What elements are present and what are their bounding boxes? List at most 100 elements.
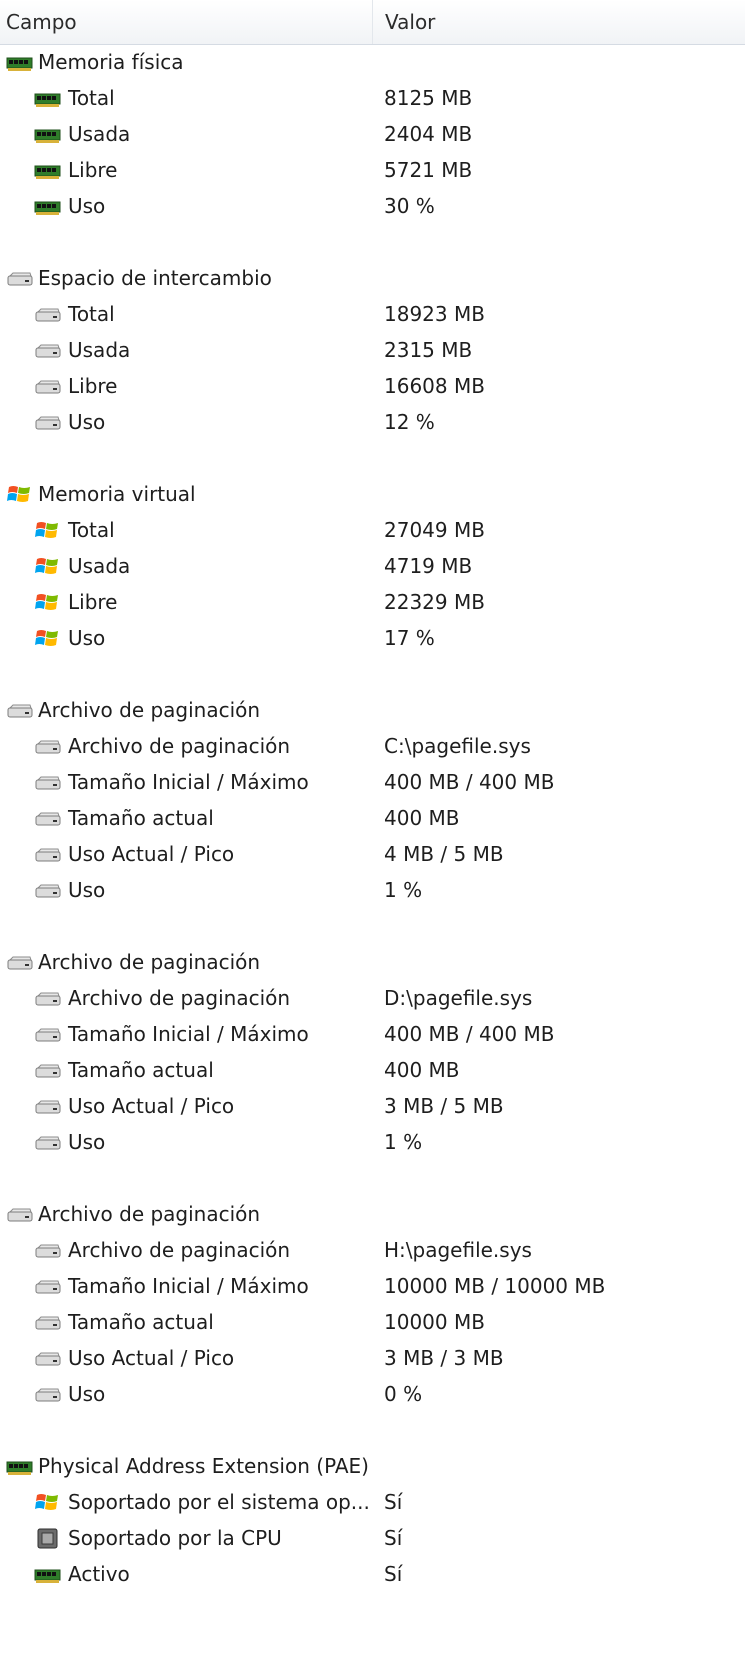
field-label: Uso Actual / Pico [68,842,235,866]
field-label: Libre [68,374,118,398]
memory-module-icon [34,1564,61,1585]
table-row[interactable]: Soportado por la CPU Sí [0,1520,745,1556]
table-row[interactable]: Activo Sí [0,1556,745,1592]
group-label: Memoria virtual [38,482,196,506]
group-label: Archivo de paginación [38,698,261,722]
hard-drive-icon [6,1204,33,1225]
field-value: 10000 MB [384,1310,485,1334]
table-row[interactable]: Libre 5721 MB [0,152,745,188]
hard-drive-icon [34,844,61,865]
field-label: Usada [68,338,131,362]
hard-drive-icon [34,1024,61,1045]
table-row[interactable]: Uso Actual / Pico 3 MB / 3 MB [0,1340,745,1376]
hard-drive-icon [34,1096,61,1117]
table-row[interactable]: Usada 2404 MB [0,116,745,152]
windows-logo-icon [34,592,61,613]
field-label: Tamaño actual [68,806,214,830]
field-value: Sí [384,1526,403,1550]
field-value: 400 MB / 400 MB [384,1022,555,1046]
field-value: 22329 MB [384,590,485,614]
field-value: 400 MB / 400 MB [384,770,555,794]
field-value: 3 MB / 3 MB [384,1346,504,1370]
table-row[interactable]: Usada 2315 MB [0,332,745,368]
hard-drive-icon [34,772,61,793]
windows-logo-icon [34,628,61,649]
field-label: Total [68,302,115,326]
hard-drive-icon [34,412,61,433]
field-label: Usada [68,122,131,146]
field-label: Tamaño actual [68,1310,214,1334]
field-value: 27049 MB [384,518,485,542]
table-row[interactable]: Tamaño actual 400 MB [0,1052,745,1088]
table-row[interactable]: Soportado por el sistema op... Sí [0,1484,745,1520]
memory-module-icon [34,196,61,217]
hard-drive-icon [34,1060,61,1081]
field-value: 17 % [384,626,435,650]
column-header-value[interactable]: Valor [372,0,745,44]
field-value: 1 % [384,878,423,902]
group-label: Archivo de paginación [38,950,261,974]
table-row[interactable]: Uso 30 % [0,188,745,224]
group-row[interactable]: Memoria física [0,44,745,80]
table-row[interactable]: Total 18923 MB [0,296,745,332]
table-row[interactable]: Tamaño actual 10000 MB [0,1304,745,1340]
cpu-chip-icon [34,1528,61,1549]
field-label: Libre [68,590,118,614]
group-row[interactable]: Archivo de paginación [0,692,745,728]
field-label: Tamaño actual [68,1058,214,1082]
table-row[interactable]: Tamaño Inicial / Máximo 400 MB / 400 MB [0,764,745,800]
memory-module-icon [34,88,61,109]
table-row[interactable]: Archivo de paginación H:\pagefile.sys [0,1232,745,1268]
field-label: Uso [68,410,106,434]
table-row[interactable]: Libre 22329 MB [0,584,745,620]
hard-drive-icon [34,880,61,901]
table-row[interactable]: Tamaño Inicial / Máximo 400 MB / 400 MB [0,1016,745,1052]
hard-drive-icon [34,340,61,361]
field-value: 16608 MB [384,374,485,398]
field-label: Total [68,518,115,542]
field-label: Libre [68,158,118,182]
table-row[interactable]: Uso 12 % [0,404,745,440]
table-row[interactable]: Archivo de paginación C:\pagefile.sys [0,728,745,764]
hard-drive-icon [34,376,61,397]
table-row[interactable]: Uso 0 % [0,1376,745,1412]
field-value: Sí [384,1562,403,1586]
field-value: 4719 MB [384,554,473,578]
windows-logo-icon [34,520,61,541]
group-row[interactable]: Physical Address Extension (PAE) [0,1448,745,1484]
group-row[interactable]: Espacio de intercambio [0,260,745,296]
table-row[interactable]: Uso Actual / Pico 3 MB / 5 MB [0,1088,745,1124]
table-row[interactable]: Tamaño Inicial / Máximo 10000 MB / 10000 … [0,1268,745,1304]
table-row[interactable]: Uso 17 % [0,620,745,656]
table-row[interactable]: Libre 16608 MB [0,368,745,404]
table-row[interactable]: Archivo de paginación D:\pagefile.sys [0,980,745,1016]
table-row[interactable]: Total 27049 MB [0,512,745,548]
table-row[interactable]: Uso Actual / Pico 4 MB / 5 MB [0,836,745,872]
field-label: Tamaño Inicial / Máximo [68,1274,309,1298]
field-value: 400 MB [384,806,460,830]
field-label: Tamaño Inicial / Máximo [68,770,309,794]
table-row[interactable]: Tamaño actual 400 MB [0,800,745,836]
hard-drive-icon [34,736,61,757]
table-row[interactable]: Uso 1 % [0,1124,745,1160]
column-header: Campo Valor [0,0,745,45]
column-header-field[interactable]: Campo [0,0,372,44]
table-row[interactable]: Total 8125 MB [0,80,745,116]
field-value: 8125 MB [384,86,473,110]
hard-drive-icon [34,1348,61,1369]
hard-drive-icon [34,1276,61,1297]
hard-drive-icon [34,1240,61,1261]
field-value: 2404 MB [384,122,473,146]
group-row[interactable]: Archivo de paginación [0,944,745,980]
field-label: Tamaño Inicial / Máximo [68,1022,309,1046]
memory-module-icon [34,124,61,145]
field-label: Archivo de paginación [68,986,291,1010]
group-label: Espacio de intercambio [38,266,272,290]
field-value: 4 MB / 5 MB [384,842,504,866]
field-label: Usada [68,554,131,578]
group-row[interactable]: Archivo de paginación [0,1196,745,1232]
field-value: 12 % [384,410,435,434]
table-row[interactable]: Uso 1 % [0,872,745,908]
table-row[interactable]: Usada 4719 MB [0,548,745,584]
group-row[interactable]: Memoria virtual [0,476,745,512]
